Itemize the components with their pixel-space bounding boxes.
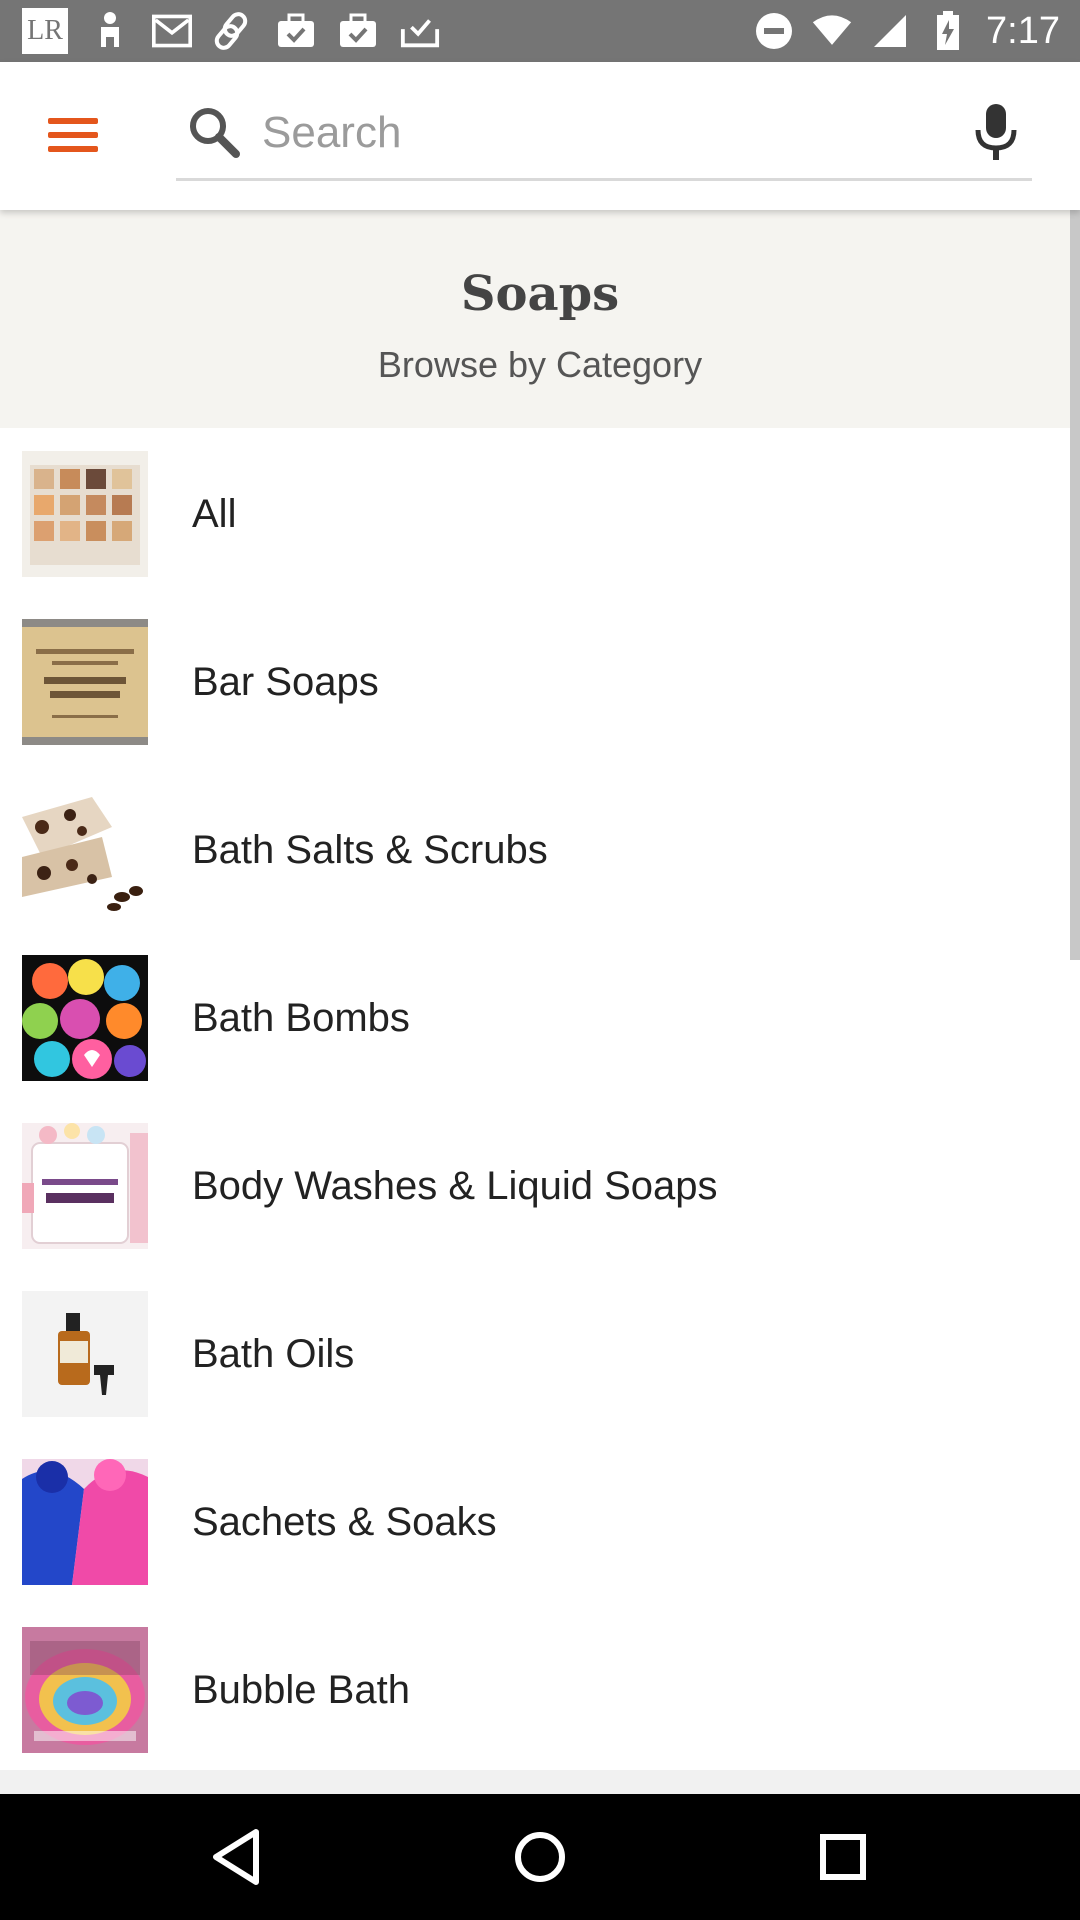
- do-not-disturb-icon: [754, 11, 794, 51]
- mail-icon: [152, 11, 192, 51]
- scrollbar[interactable]: [1070, 210, 1080, 960]
- inbox-check-icon: [400, 11, 440, 51]
- thumbnail-image: [22, 451, 148, 577]
- category-label: Bar Soaps: [192, 659, 379, 704]
- search-bar[interactable]: [176, 82, 1032, 181]
- category-label: Body Washes & Liquid Soaps: [192, 1163, 718, 1208]
- page-subtitle: Browse by Category: [377, 344, 703, 385]
- category-item-bath-bombs[interactable]: Bath Bombs: [0, 934, 1070, 1102]
- category-label: All: [192, 491, 237, 536]
- category-list: All Bar Soaps Bath Salts & Scrubs Bath B…: [0, 430, 1070, 1774]
- thumbnail-image: [22, 1291, 148, 1417]
- list-bottom-edge: [0, 1770, 1080, 1794]
- battery-charging-icon: [928, 11, 968, 51]
- person-icon: [90, 11, 130, 51]
- category-label: Bath Salts & Scrubs: [192, 827, 548, 872]
- page-title: Soaps: [460, 266, 620, 322]
- category-item-bar-soaps[interactable]: Bar Soaps: [0, 598, 1070, 766]
- link-icon: [214, 11, 254, 51]
- app-bar: [0, 62, 1080, 210]
- category-label: Sachets & Soaks: [192, 1499, 497, 1544]
- wifi-icon: [812, 11, 852, 51]
- notification-icons: LR: [0, 8, 440, 54]
- category-item-all[interactable]: All: [0, 430, 1070, 598]
- thumbnail-image: [22, 1459, 148, 1585]
- lr-badge-icon: LR: [22, 8, 68, 54]
- microphone-icon[interactable]: [968, 102, 1024, 162]
- category-label: Bubble Bath: [192, 1667, 410, 1712]
- search-input[interactable]: [260, 100, 924, 166]
- thumbnail-image: [22, 1123, 148, 1249]
- briefcase-check-icon: [276, 11, 316, 51]
- category-item-bath-oils[interactable]: Bath Oils: [0, 1270, 1070, 1438]
- category-item-body-washes[interactable]: Body Washes & Liquid Soaps: [0, 1102, 1070, 1270]
- category-label: Bath Bombs: [192, 995, 410, 1040]
- category-label: Bath Oils: [192, 1331, 355, 1376]
- thumbnail-image: [22, 1627, 148, 1753]
- system-icons: 7:17: [754, 10, 1080, 53]
- hamburger-menu-icon[interactable]: [40, 112, 106, 160]
- signal-icon: [870, 11, 910, 51]
- navigation-bar: [0, 1794, 1080, 1920]
- back-icon[interactable]: [204, 1824, 270, 1890]
- clock: 7:17: [986, 9, 1060, 52]
- category-item-bath-salts-scrubs[interactable]: Bath Salts & Scrubs: [0, 766, 1070, 934]
- category-header: Soaps Browse by Category: [0, 210, 1080, 428]
- thumbnail-image: [22, 955, 148, 1081]
- search-icon: [186, 104, 242, 160]
- category-item-sachets-soaks[interactable]: Sachets & Soaks: [0, 1438, 1070, 1606]
- recents-icon[interactable]: [810, 1824, 876, 1890]
- home-icon[interactable]: [507, 1824, 573, 1890]
- thumbnail-image: [22, 619, 148, 745]
- status-bar: LR 7:17: [0, 0, 1080, 62]
- thumbnail-image: [22, 787, 148, 913]
- category-item-bubble-bath[interactable]: Bubble Bath: [0, 1606, 1070, 1774]
- briefcase-check-icon: [338, 11, 378, 51]
